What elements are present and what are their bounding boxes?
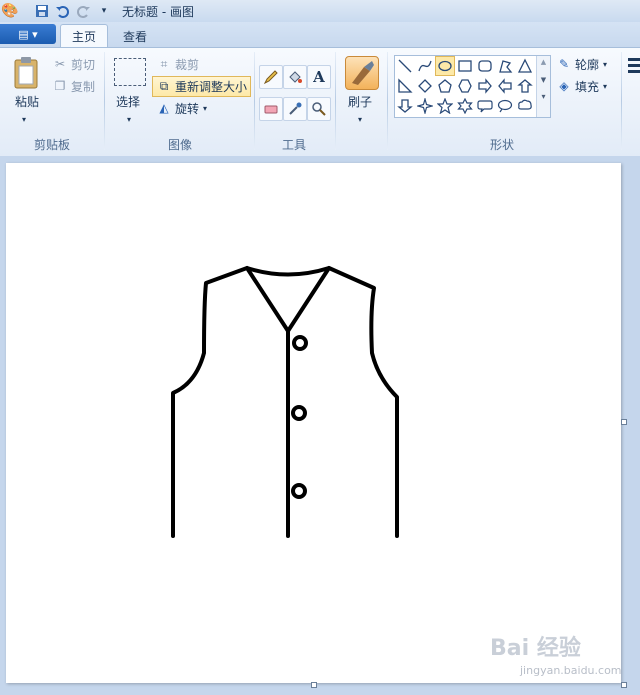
vest-button — [291, 405, 307, 421]
paste-dropdown-icon[interactable]: ▾ — [22, 110, 26, 128]
shapes-group-label: 形状 — [489, 138, 514, 152]
rotate-label: 旋转 — [175, 101, 200, 116]
down-arrow-shape-icon[interactable] — [396, 97, 414, 115]
outline-icon: ✎ — [558, 57, 570, 71]
cut-label: 剪切 — [71, 57, 96, 72]
select-button[interactable]: 选择 — [116, 92, 140, 110]
vest-collar — [245, 266, 331, 333]
polygon-shape-icon[interactable] — [496, 57, 514, 75]
size-icon[interactable] — [628, 58, 640, 80]
fill-label: 填充 — [575, 79, 600, 94]
separator — [387, 52, 388, 150]
five-point-star-shape-icon[interactable] — [436, 97, 454, 115]
vest-outline — [171, 266, 399, 538]
tools-group-label: 工具 — [281, 138, 306, 152]
image-group-label: 图像 — [167, 138, 192, 152]
brushes-dropdown-icon[interactable]: ▾ — [358, 110, 362, 128]
vest-button — [292, 335, 308, 351]
oval-shape-icon[interactable] — [435, 56, 455, 76]
up-arrow-shape-icon[interactable] — [516, 77, 534, 95]
magnifier-icon[interactable] — [307, 97, 331, 121]
outline-label: 轮廓 — [575, 57, 600, 72]
paste-icon[interactable] — [12, 56, 40, 90]
eraser-icon[interactable] — [259, 97, 283, 121]
oval-callout-shape-icon[interactable] — [496, 97, 514, 115]
redo-icon[interactable] — [76, 3, 92, 19]
color-picker-icon[interactable] — [283, 97, 307, 121]
cut-button[interactable]: ✂ 剪切 — [52, 55, 95, 73]
resize-handle-right[interactable] — [621, 419, 627, 425]
rounded-callout-shape-icon[interactable] — [476, 97, 494, 115]
resize-icon: ⧉ — [159, 79, 169, 93]
rotate-button[interactable]: ◭ 旋转 ▾ — [156, 99, 207, 117]
copy-label: 复制 — [71, 79, 96, 94]
paste-button[interactable]: 粘贴 — [12, 92, 42, 110]
crop-button[interactable]: ⌗ 裁剪 — [156, 55, 199, 73]
shapes-scrollbar[interactable]: ▲ ▼ ▾ — [536, 56, 550, 117]
vest-drawing — [171, 266, 399, 538]
brushes-icon[interactable] — [345, 56, 379, 90]
tab-view[interactable]: 查看 — [112, 24, 158, 48]
diamond-shape-icon[interactable] — [416, 77, 434, 95]
separator — [254, 52, 255, 150]
pentagon-shape-icon[interactable] — [436, 77, 454, 95]
window-title: 无标题 - 画图 — [122, 5, 194, 19]
fill-bucket-icon[interactable] — [283, 65, 307, 89]
fill-button[interactable]: ◈ 填充 ▾ — [556, 77, 607, 95]
more-shapes-icon[interactable]: ▾ — [537, 92, 550, 101]
left-arrow-shape-icon[interactable] — [496, 77, 514, 95]
brushes-button[interactable]: 刷子 — [348, 92, 372, 110]
right-triangle-shape-icon[interactable] — [396, 77, 414, 95]
text-tool-icon[interactable]: A — [307, 65, 331, 89]
pencil-icon[interactable] — [259, 65, 283, 89]
triangle-shape-icon[interactable] — [516, 57, 534, 75]
resize-handle-bottom[interactable] — [311, 682, 317, 688]
file-menu-button[interactable]: ▤ ▾ — [0, 24, 56, 44]
rotate-dropdown-icon: ▾ — [203, 103, 208, 113]
hexagon-shape-icon[interactable] — [456, 77, 474, 95]
fill-dropdown-icon: ▾ — [603, 81, 608, 91]
customize-quick-access-icon[interactable]: ▾ — [96, 3, 112, 19]
vest-button — [291, 483, 307, 499]
copy-button[interactable]: ❐ 复制 — [52, 77, 95, 95]
cloud-callout-shape-icon[interactable] — [516, 97, 534, 115]
resize-label: 重新调整大小 — [175, 80, 248, 94]
scroll-up-icon[interactable]: ▲ — [537, 58, 550, 66]
curve-shape-icon[interactable] — [416, 57, 434, 75]
separator — [335, 52, 336, 150]
outline-dropdown-icon: ▾ — [603, 59, 608, 69]
crop-label: 裁剪 — [175, 57, 200, 72]
undo-icon[interactable] — [54, 3, 70, 19]
outline-button[interactable]: ✎ 轮廓 ▾ — [556, 55, 607, 73]
fill-icon: ◈ — [559, 79, 569, 93]
copy-icon: ❐ — [54, 79, 66, 93]
drawing-canvas[interactable] — [6, 163, 621, 683]
file-menu-icon: ▤ ▾ — [18, 27, 38, 41]
crop-icon: ⌗ — [160, 56, 168, 71]
scroll-down-icon[interactable]: ▼ — [537, 76, 550, 84]
separator — [621, 52, 622, 150]
scissors-icon: ✂ — [54, 57, 66, 71]
rotate-icon: ◭ — [159, 101, 169, 115]
select-dropdown-icon[interactable]: ▾ — [127, 110, 131, 128]
right-arrow-shape-icon[interactable] — [476, 77, 494, 95]
clipboard-group-label: 剪贴板 — [33, 138, 70, 152]
watermark-logo: Bai 经验 — [490, 636, 581, 661]
tab-home[interactable]: 主页 — [60, 24, 108, 48]
select-icon[interactable] — [114, 58, 146, 86]
four-point-star-shape-icon[interactable] — [416, 97, 434, 115]
watermark-url: jingyan.baidu.com — [520, 664, 622, 677]
shapes-gallery: ▲ ▼ ▾ — [394, 55, 551, 118]
resize-handle-corner[interactable] — [621, 682, 627, 688]
six-point-star-shape-icon[interactable] — [456, 97, 474, 115]
title-bar: 🎨 ▾ 无标题 - 画图 — [0, 0, 640, 22]
rectangle-shape-icon[interactable] — [456, 57, 474, 75]
rounded-rectangle-shape-icon[interactable] — [476, 57, 494, 75]
save-icon[interactable] — [34, 3, 50, 19]
resize-button[interactable]: ⧉ 重新调整大小 — [152, 76, 252, 97]
separator — [104, 52, 105, 150]
paint-app-icon[interactable]: 🎨 — [1, 3, 18, 19]
line-shape-icon[interactable] — [396, 57, 414, 75]
